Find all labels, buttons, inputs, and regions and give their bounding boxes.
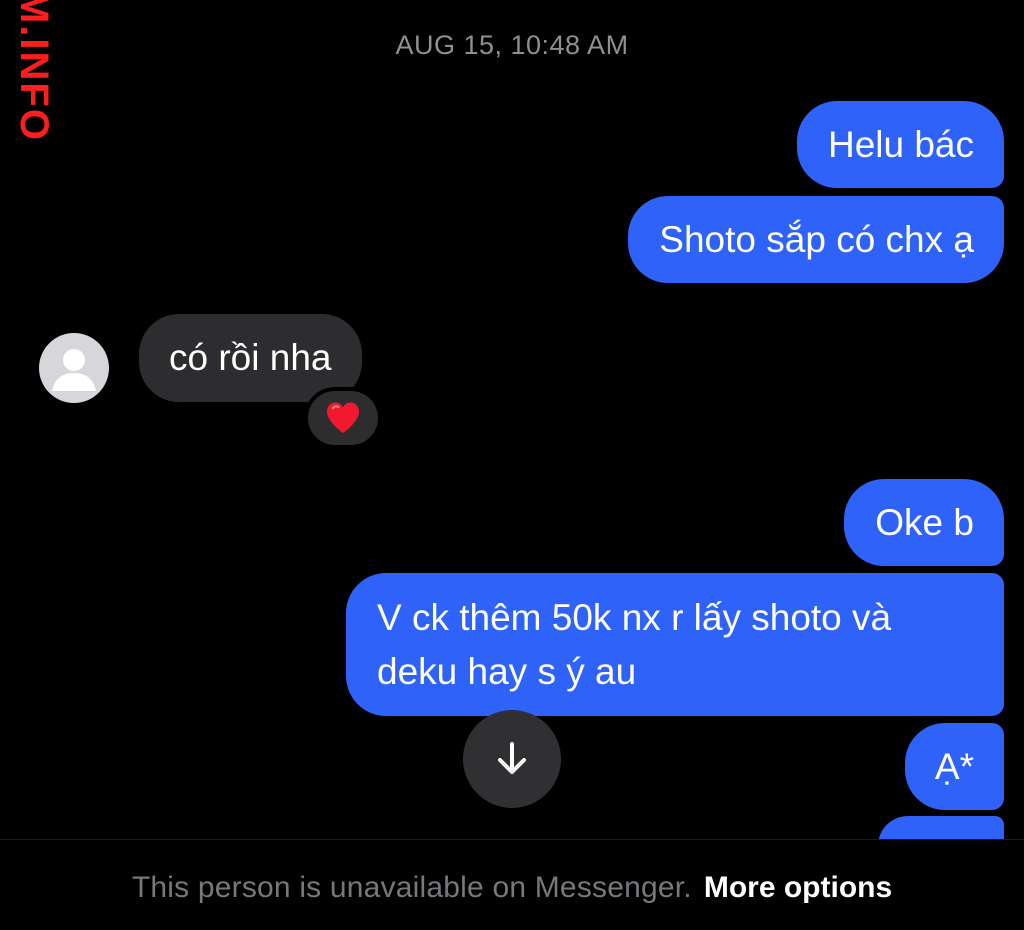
unavailable-footer: This person is unavailable on Messenger.… [0,839,1024,930]
incoming-message-bubble[interactable]: có rồi nha [139,314,362,402]
arrow-down-icon [498,742,526,774]
message-timestamp: AUG 15, 10:48 AM [395,30,629,60]
outgoing-message-bubble[interactable]: Shoto sắp có chx ạ [628,196,1004,283]
more-options-link[interactable]: More options [704,871,892,904]
chat-screen: M.INFO AUG 15, 10:48 AM Helu bác Shoto s… [0,0,1024,930]
outgoing-message-bubble[interactable]: V ck thêm 50k nx r lấy shoto và deku hay… [346,573,1004,716]
heart-reaction[interactable] [308,391,378,445]
outgoing-message-bubble[interactable]: Helu bác [796,101,1004,188]
outgoing-message-bubble[interactable]: Ạ* [904,723,1004,810]
unavailable-notice: This person is unavailable on Messenger. [131,871,692,904]
outgoing-message-bubble[interactable]: Oke b [844,479,1004,566]
scroll-to-bottom-button[interactable] [463,710,561,808]
default-profile-avatar-icon[interactable] [39,333,109,403]
watermark-text: M.INFO [12,0,56,142]
watermark: M.INFO [4,0,56,150]
red-heart-icon [327,402,359,433]
